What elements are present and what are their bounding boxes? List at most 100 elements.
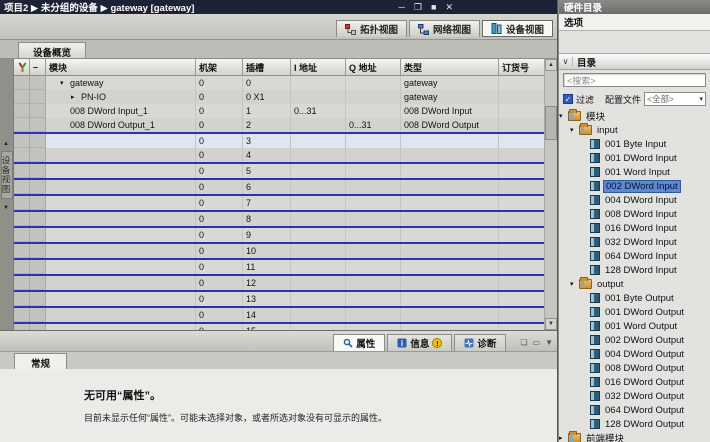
row-head-cell[interactable]	[14, 180, 30, 194]
module-cell[interactable]: ▸ PN-IO	[46, 90, 196, 104]
catalog-tree-item[interactable]: 128 DWord Input	[559, 263, 710, 277]
row-head-cell[interactable]	[14, 164, 30, 178]
address-legend-column-header[interactable]	[14, 59, 30, 76]
q-address-cell[interactable]	[346, 212, 401, 226]
rack-cell[interactable]: 0	[196, 76, 243, 90]
i-address-cell[interactable]	[291, 260, 346, 274]
slot-cell[interactable]: 11	[243, 260, 291, 274]
catalog-tree-item[interactable]: 004 DWord Output	[559, 347, 710, 361]
restore-icon[interactable]: ❐	[414, 1, 422, 13]
order-number-cell[interactable]	[499, 90, 544, 104]
i-address-cell[interactable]	[291, 196, 346, 210]
column-header-order-number[interactable]: 订货号	[499, 59, 544, 76]
q-address-cell[interactable]	[346, 90, 401, 104]
minimize-icon[interactable]: ─	[399, 1, 405, 13]
q-address-cell[interactable]	[346, 308, 401, 322]
table-row[interactable]: 0 13	[14, 292, 544, 308]
type-cell[interactable]	[401, 212, 499, 226]
i-address-cell[interactable]	[291, 244, 346, 258]
row-head-cell[interactable]	[30, 180, 46, 194]
rack-cell[interactable]: 0	[196, 104, 243, 118]
order-number-cell[interactable]	[499, 308, 544, 322]
dock-panel-icon[interactable]: ▭	[533, 338, 541, 347]
rack-cell[interactable]: 0	[196, 196, 243, 210]
column-header-module[interactable]: 模块	[46, 59, 196, 76]
q-address-cell[interactable]	[346, 148, 401, 162]
row-head-cell[interactable]	[14, 76, 30, 90]
row-head-cell[interactable]	[14, 104, 30, 118]
device-view-vertical-tab[interactable]: 设备视图	[1, 151, 13, 199]
row-head-cell[interactable]	[30, 212, 46, 226]
table-row[interactable]: 0 6	[14, 180, 544, 196]
i-address-cell[interactable]	[291, 292, 346, 306]
q-address-cell[interactable]	[346, 164, 401, 178]
module-cell[interactable]	[46, 276, 196, 290]
q-address-cell[interactable]	[346, 244, 401, 258]
q-address-cell[interactable]	[346, 276, 401, 290]
order-number-cell[interactable]	[499, 212, 544, 226]
module-cell[interactable]	[46, 260, 196, 274]
table-row[interactable]: 008 DWord Input_1 0 1 0...31 008 DWord I…	[14, 104, 544, 118]
table-row[interactable]: 0 10	[14, 244, 544, 260]
row-head-cell[interactable]	[14, 134, 30, 148]
catalog-tree-item[interactable]: 004 DWord Input	[559, 193, 710, 207]
module-cell[interactable]	[46, 196, 196, 210]
float-panel-icon[interactable]: ❏	[520, 338, 527, 347]
column-header-rack[interactable]: 机架	[196, 59, 243, 76]
row-head-cell[interactable]	[14, 260, 30, 274]
column-header-slot[interactable]: 插槽	[243, 59, 291, 76]
rack-cell[interactable]: 0	[196, 260, 243, 274]
slot-cell[interactable]: 6	[243, 180, 291, 194]
module-cell[interactable]	[46, 212, 196, 226]
row-head-cell[interactable]	[30, 260, 46, 274]
expander-icon[interactable]: ▸	[71, 93, 81, 101]
catalog-tree-item[interactable]: ▸ 前端模块	[559, 431, 710, 442]
type-cell[interactable]	[401, 134, 499, 148]
order-number-cell[interactable]	[499, 104, 544, 118]
catalog-tree-item[interactable]: 001 DWord Input	[559, 151, 710, 165]
slot-cell[interactable]: 12	[243, 276, 291, 290]
type-cell[interactable]	[401, 196, 499, 210]
rack-cell[interactable]: 0	[196, 244, 243, 258]
row-head-cell[interactable]	[30, 104, 46, 118]
catalog-tree-item[interactable]: 008 DWord Output	[559, 361, 710, 375]
module-cell[interactable]: ▾ gateway	[46, 76, 196, 90]
secondary-column-header[interactable]: –	[30, 59, 46, 76]
module-cell[interactable]	[46, 180, 196, 194]
type-cell[interactable]	[401, 180, 499, 194]
tab-device-overview[interactable]: 设备概览	[18, 42, 87, 59]
module-cell[interactable]	[46, 228, 196, 242]
q-address-cell[interactable]	[346, 134, 401, 148]
type-cell[interactable]: gateway	[401, 90, 499, 104]
rack-cell[interactable]: 0	[196, 148, 243, 162]
i-address-cell[interactable]	[291, 228, 346, 242]
tab-general[interactable]: 常规	[14, 353, 68, 370]
row-head-cell[interactable]	[30, 244, 46, 258]
expander-icon[interactable]: ▾	[570, 126, 579, 134]
type-cell[interactable]: 008 DWord Output	[401, 118, 499, 132]
row-head-cell[interactable]	[30, 164, 46, 178]
order-number-cell[interactable]	[499, 244, 544, 258]
q-address-cell[interactable]	[346, 228, 401, 242]
order-number-cell[interactable]	[499, 76, 544, 90]
scroll-down-icon[interactable]: ▼	[545, 318, 557, 330]
row-head-cell[interactable]	[30, 228, 46, 242]
close-icon[interactable]: ✕	[445, 1, 453, 13]
slot-cell[interactable]: 1	[243, 104, 291, 118]
filter-checkbox[interactable]: ✓	[563, 94, 573, 104]
view-button-network-view[interactable]: 网络视图	[408, 20, 480, 37]
row-head-cell[interactable]	[14, 196, 30, 210]
table-row[interactable]: 0 5	[14, 164, 544, 180]
module-cell[interactable]: 008 DWord Output_1	[46, 118, 196, 132]
collapse-panel-icon[interactable]: ▼	[545, 338, 553, 347]
vscroll-thumb[interactable]	[545, 105, 557, 140]
rack-cell[interactable]: 0	[196, 276, 243, 290]
slot-cell[interactable]: 3	[243, 134, 291, 148]
module-cell[interactable]	[46, 164, 196, 178]
maximize-icon[interactable]: ■	[431, 1, 436, 13]
type-cell[interactable]	[401, 148, 499, 162]
type-cell[interactable]: 008 DWord Input	[401, 104, 499, 118]
table-row[interactable]: 0 12	[14, 276, 544, 292]
table-row[interactable]: ▸ PN-IO 0 0 X1 gateway	[14, 90, 544, 104]
rack-cell[interactable]: 0	[196, 228, 243, 242]
